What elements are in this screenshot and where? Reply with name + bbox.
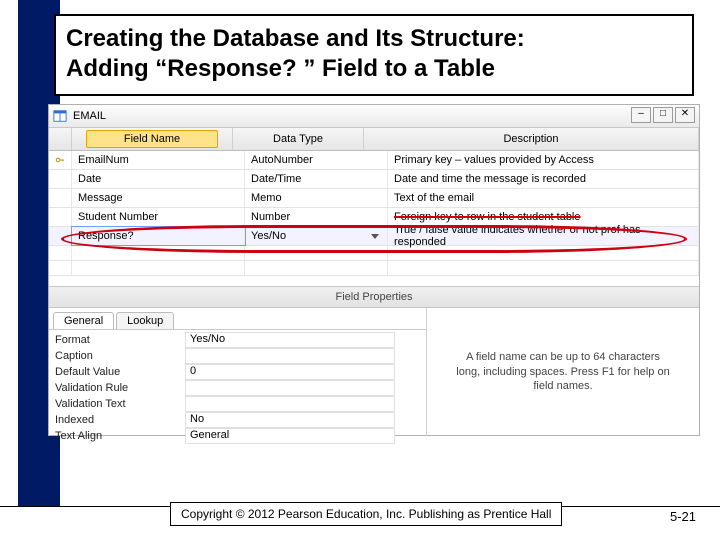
primary-key-cell[interactable]	[49, 151, 72, 169]
row-selector-cell[interactable]	[49, 170, 72, 188]
field-name-cell[interactable]: Response?	[72, 227, 245, 245]
field-properties-header: Field Properties	[49, 286, 699, 308]
field-name-cell[interactable]: Date	[72, 170, 245, 188]
copyright-box: Copyright © 2012 Pearson Education, Inc.…	[170, 502, 562, 526]
property-value[interactable]: General	[185, 428, 395, 444]
property-label: Default Value	[55, 366, 185, 378]
row-selector-header	[49, 128, 72, 150]
property-row[interactable]: IndexedNo	[55, 412, 426, 428]
title-line-2: Adding “Response? ” Field to a Table	[66, 55, 495, 82]
page-number: 5-21	[670, 509, 696, 524]
tab-lookup[interactable]: Lookup	[116, 312, 174, 329]
maximize-button[interactable]: □	[653, 107, 673, 123]
empty-row[interactable]	[49, 261, 699, 276]
description-cell[interactable]: True / false value indicates whether or …	[388, 227, 699, 245]
property-value[interactable]: Yes/No	[185, 332, 395, 348]
row-selector-cell[interactable]	[49, 189, 72, 207]
property-label: Validation Text	[55, 398, 185, 410]
row-selector-cell[interactable]	[49, 208, 72, 226]
property-row[interactable]: Default Value0	[55, 364, 426, 380]
field-row[interactable]: Message Memo Text of the email	[49, 189, 699, 208]
property-row[interactable]: Validation Rule	[55, 380, 426, 396]
data-type-header[interactable]: Data Type	[233, 128, 364, 150]
empty-row[interactable]	[49, 246, 699, 261]
help-text-pane: A field name can be up to 64 characters …	[427, 308, 699, 436]
data-type-cell[interactable]: AutoNumber	[245, 151, 388, 169]
key-icon	[55, 155, 65, 165]
description-cell[interactable]: Date and time the message is recorded	[388, 170, 699, 188]
description-cell[interactable]: Text of the email	[388, 189, 699, 207]
data-type-cell[interactable]: Memo	[245, 189, 388, 207]
property-value[interactable]	[185, 380, 395, 396]
close-button[interactable]: ✕	[675, 107, 695, 123]
property-label: Caption	[55, 350, 185, 362]
field-name-cell[interactable]: Student Number	[72, 208, 245, 226]
field-properties-pane: General Lookup FormatYes/No Caption Defa…	[49, 308, 699, 436]
chevron-down-icon[interactable]	[371, 234, 379, 239]
copyright-text: Copyright © 2012 Pearson Education, Inc.…	[181, 507, 551, 521]
field-row[interactable]: EmailNum AutoNumber Primary key – values…	[49, 151, 699, 170]
help-text: A field name can be up to 64 characters …	[455, 350, 671, 395]
property-row[interactable]: Text AlignGeneral	[55, 428, 426, 444]
description-cell[interactable]: Primary key – values provided by Access	[388, 151, 699, 169]
description-header[interactable]: Description	[364, 128, 699, 150]
window-title: EMAIL	[73, 110, 106, 122]
field-name-cell[interactable]: EmailNum	[72, 151, 245, 169]
slide-title: Creating the Database and Its Structure:…	[66, 24, 682, 84]
tab-general[interactable]: General	[53, 312, 114, 329]
property-label: Indexed	[55, 414, 185, 426]
column-header-row: Field Name Data Type Description	[49, 128, 699, 151]
title-line-1: Creating the Database and Its Structure:	[66, 25, 525, 52]
slide-title-box: Creating the Database and Its Structure:…	[54, 14, 694, 96]
property-value[interactable]: 0	[185, 364, 395, 380]
table-icon	[53, 109, 67, 123]
screenshot-figure: EMAIL – □ ✕ Field Name Data Type Descrip…	[48, 104, 698, 434]
property-tabs: General Lookup	[49, 308, 426, 330]
data-type-cell[interactable]: Number	[245, 208, 388, 226]
property-value[interactable]	[185, 396, 395, 412]
property-label: Validation Rule	[55, 382, 185, 394]
property-value[interactable]	[185, 348, 395, 364]
properties-grid: General Lookup FormatYes/No Caption Defa…	[49, 308, 427, 436]
data-type-cell[interactable]: Date/Time	[245, 170, 388, 188]
property-value[interactable]: No	[185, 412, 395, 428]
property-label: Format	[55, 334, 185, 346]
field-name-cell[interactable]: Message	[72, 189, 245, 207]
minimize-button[interactable]: –	[631, 107, 651, 123]
row-selector-cell[interactable]	[49, 227, 72, 245]
window-titlebar[interactable]: EMAIL – □ ✕	[49, 105, 699, 128]
field-rows: EmailNum AutoNumber Primary key – values…	[49, 151, 699, 276]
property-row[interactable]: FormatYes/No	[55, 332, 426, 348]
property-row[interactable]: Validation Text	[55, 396, 426, 412]
property-row[interactable]: Caption	[55, 348, 426, 364]
field-name-header[interactable]: Field Name	[72, 128, 233, 150]
field-row-active[interactable]: Response? Yes/No True / false value indi…	[49, 227, 699, 246]
property-label: Text Align	[55, 430, 185, 442]
data-type-cell[interactable]: Yes/No	[245, 227, 388, 245]
table-design-window: EMAIL – □ ✕ Field Name Data Type Descrip…	[48, 104, 700, 436]
field-row[interactable]: Date Date/Time Date and time the message…	[49, 170, 699, 189]
